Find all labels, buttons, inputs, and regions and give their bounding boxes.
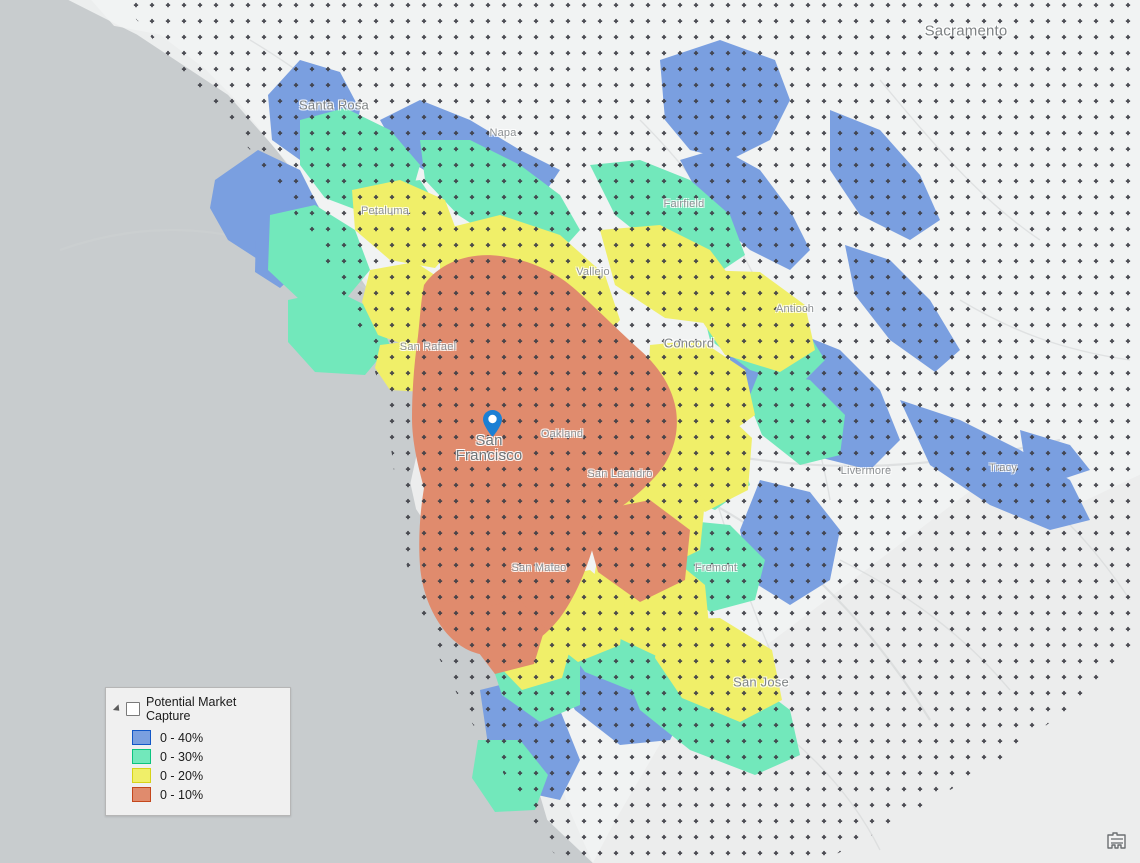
basemap-icon (1107, 832, 1126, 849)
san-francisco-map-pin[interactable] (483, 410, 502, 437)
legend-item[interactable]: 0 - 20% (132, 768, 282, 783)
legend-header[interactable]: Potential Market Capture (112, 695, 282, 723)
legend-color-swatch (132, 768, 151, 783)
legend-item-label: 0 - 30% (160, 749, 204, 764)
legend-color-swatch (132, 749, 151, 764)
legend-item[interactable]: 0 - 30% (132, 749, 282, 764)
collapse-triangle-icon[interactable] (112, 704, 123, 714)
map-application: Sacramento Santa Rosa Napa Fairfield Petalum… (0, 0, 1140, 863)
legend-item[interactable]: 0 - 10% (132, 787, 282, 802)
layer-visibility-checkbox[interactable] (126, 702, 140, 716)
legend-color-swatch (132, 730, 151, 745)
legend-items: 0 - 40% 0 - 30% 0 - 20% 0 - 10% (112, 730, 282, 802)
legend-item[interactable]: 0 - 40% (132, 730, 282, 745)
legend-color-swatch (132, 787, 151, 802)
legend-title: Potential Market Capture (146, 695, 237, 723)
legend-item-label: 0 - 20% (160, 768, 204, 783)
basemap-gallery-button[interactable] (1104, 827, 1132, 855)
legend-item-label: 0 - 40% (160, 730, 204, 745)
legend-panel[interactable]: Potential Market Capture 0 - 40% 0 - 30% 0… (105, 687, 291, 816)
legend-item-label: 0 - 10% (160, 787, 204, 802)
